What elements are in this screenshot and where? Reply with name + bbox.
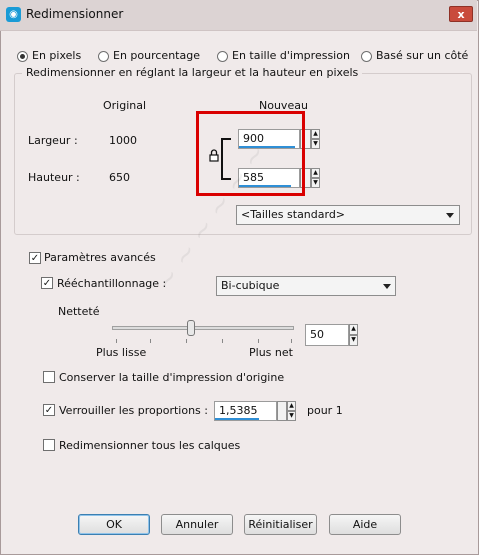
ratio-unit-button[interactable]	[277, 401, 287, 421]
slider-tick	[222, 339, 223, 343]
ratio-suffix: pour 1	[307, 404, 343, 417]
radio-taille-impression[interactable]	[217, 51, 228, 62]
lock-ratio-label[interactable]: Verrouiller les proportions :	[59, 404, 208, 417]
width-spin-up[interactable]: ▲	[311, 129, 320, 139]
slider-tick	[258, 339, 259, 343]
slider-max-label: Plus net	[249, 346, 293, 359]
keep-print-size-label[interactable]: Conserver la taille d'impression d'origi…	[59, 371, 284, 384]
ratio-input-underline	[215, 418, 259, 420]
sharpness-slider-thumb[interactable]	[187, 320, 195, 336]
radio-base-cote-label[interactable]: Basé sur un côté	[376, 49, 468, 62]
radio-en-pixels[interactable]	[17, 51, 28, 62]
slider-tick	[116, 339, 117, 343]
sharpness-slider-track[interactable]	[112, 326, 294, 330]
ok-button[interactable]: OK	[78, 514, 150, 535]
resize-all-layers-checkbox[interactable]	[43, 439, 55, 451]
height-label: Hauteur :	[28, 171, 80, 184]
help-button[interactable]: Aide	[329, 514, 401, 535]
width-original-value: 1000	[109, 134, 137, 147]
sharpness-spin-down[interactable]: ▼	[349, 335, 358, 346]
ratio-spin-down[interactable]: ▼	[287, 411, 296, 421]
width-spin-down[interactable]: ▼	[311, 139, 320, 149]
resample-method-dropdown[interactable]: Bi-cubique	[216, 276, 396, 296]
height-original-value: 650	[109, 171, 130, 184]
resample-checkbox[interactable]: ✓	[41, 277, 53, 289]
chevron-down-icon	[383, 284, 391, 289]
radio-en-pourcentage[interactable]	[98, 51, 109, 62]
window-title: Redimensionner	[26, 7, 124, 21]
standard-sizes-dropdown[interactable]: <Tailles standard>	[236, 205, 460, 225]
ratio-spin-up[interactable]: ▲	[287, 401, 296, 411]
slider-tick	[291, 339, 292, 343]
slider-min-label: Plus lisse	[96, 346, 147, 359]
keep-print-size-checkbox[interactable]	[43, 371, 55, 383]
radio-taille-impression-label[interactable]: En taille d'impression	[232, 49, 350, 62]
cancel-button[interactable]: Annuler	[161, 514, 233, 535]
height-spin-up[interactable]: ▲	[311, 168, 320, 178]
radio-base-cote[interactable]	[361, 51, 372, 62]
lock-ratio-checkbox[interactable]: ✓	[43, 404, 55, 416]
resize-all-layers-label[interactable]: Redimensionner tous les calques	[59, 439, 240, 452]
sharpness-spin-up[interactable]: ▲	[349, 324, 358, 335]
sharpness-input[interactable]: 50	[305, 324, 349, 346]
height-spin-down[interactable]: ▼	[311, 178, 320, 188]
sharpness-label: Netteté	[58, 305, 100, 318]
slider-tick	[186, 339, 187, 343]
slider-tick	[150, 339, 151, 343]
radio-en-pixels-label[interactable]: En pixels	[32, 49, 81, 62]
app-icon: ◉	[6, 7, 21, 22]
reset-button[interactable]: Réinitialiser	[244, 514, 317, 535]
close-button[interactable]: x	[449, 6, 473, 22]
column-original-header: Original	[103, 99, 147, 112]
width-label: Largeur :	[28, 134, 78, 147]
chevron-down-icon	[446, 213, 454, 218]
radio-en-pourcentage-label[interactable]: En pourcentage	[113, 49, 200, 62]
standard-sizes-value: <Tailles standard>	[241, 208, 346, 221]
advanced-settings-label[interactable]: Paramètres avancés	[44, 251, 156, 264]
advanced-settings-checkbox[interactable]: ✓	[29, 252, 41, 264]
group-title: Redimensionner en réglant la largeur et …	[22, 66, 363, 79]
resample-method-value: Bi-cubique	[221, 279, 280, 292]
